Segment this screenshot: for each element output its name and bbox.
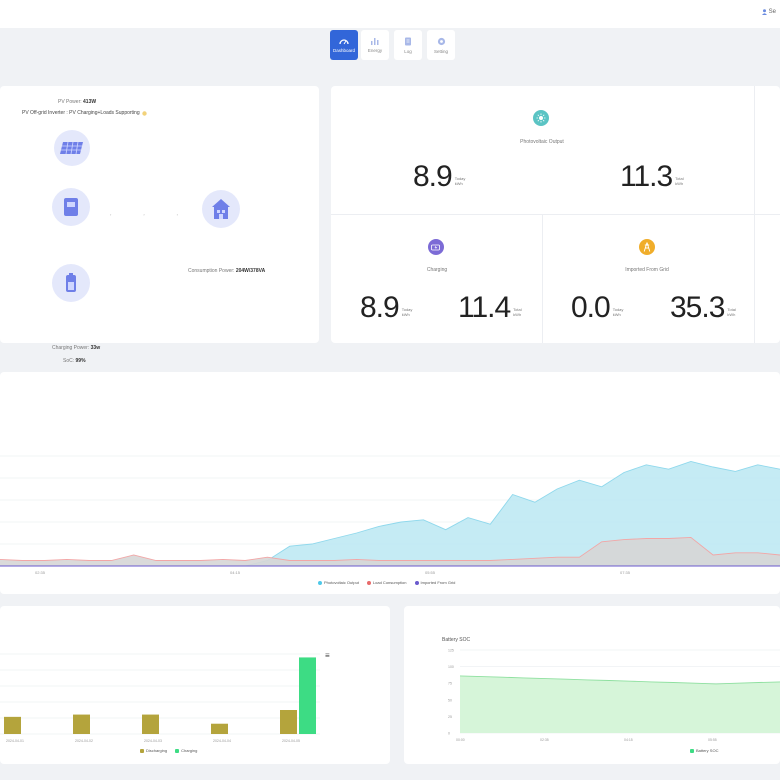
x-tick-label: 04:15 [230, 570, 241, 575]
top-bar: Se [0, 0, 780, 28]
gear-icon [437, 37, 445, 45]
consumption-readout: Consumption Power: 204W/378VA [188, 268, 266, 274]
bar [4, 716, 21, 734]
house-icon [212, 199, 230, 219]
bar [280, 710, 297, 734]
pv-total: 11.3 Total kWh [620, 160, 684, 193]
legend-item[interactable]: Charging [175, 748, 197, 753]
pv-today: 8.9 Today kWh [413, 160, 466, 193]
solar-panel-icon [60, 141, 83, 155]
x-tick-label: 02:35 [540, 738, 549, 742]
x-tick-label: 04:15 [624, 738, 633, 742]
power-area-chart: 02:3504:1505:5507:3509:15 [0, 455, 780, 575]
pv-output-title: Photovoltaic Output [520, 139, 564, 145]
pv-power-readout: PV Power: 413W [58, 99, 97, 105]
grid-today: 0.0 Today kWh [571, 291, 624, 324]
charging-title: Charging [426, 267, 448, 273]
charging-icon [428, 239, 444, 255]
grid-title: Imported From Grid [625, 267, 669, 273]
bar-chart-icon [371, 38, 379, 45]
x-tick-label: 2024-04-02 [75, 739, 93, 743]
x-tick-label: 2024-04-04 [213, 739, 231, 743]
bar [299, 657, 316, 734]
inverter-icon [64, 198, 78, 216]
charging-today: 8.9 Today kWh [360, 291, 413, 324]
battery-soc-chart: 125 100 75 50 25 0 00:00 02:35 04:15 05:55 [448, 649, 780, 742]
legend-item[interactable]: Photovoltaic Output [318, 580, 359, 585]
bar [142, 714, 159, 734]
user-menu[interactable]: Se [761, 9, 776, 15]
flow-arrows: ››› [110, 212, 210, 217]
x-tick-label: 05:55 [425, 570, 436, 575]
legend-item[interactable]: Battery SOC [690, 748, 718, 753]
grid-total: 35.3 Total kWh [670, 291, 736, 324]
x-tick-label: 02:35 [35, 570, 46, 575]
bar [211, 723, 228, 734]
nav-strip [0, 28, 780, 70]
bar-chart-legend: Discharging Charging [140, 748, 197, 753]
charging-power-readout: Charging Power: 33w [52, 345, 101, 351]
x-tick-label: 05:55 [708, 738, 717, 742]
y-tick-label: 75 [448, 682, 452, 686]
x-tick-label: 00:00 [456, 738, 465, 742]
house-node [202, 190, 240, 228]
y-tick-label: 25 [448, 715, 452, 719]
legend-item[interactable]: Discharging [140, 748, 167, 753]
x-tick-label: 07:35 [620, 570, 631, 575]
solar-panel-node [54, 130, 90, 166]
chart-menu-icon[interactable]: ≡ [325, 651, 330, 660]
battery-bar-chart: 2024-04-01 2024-04-02 2024-04-03 2024-04-04… [0, 653, 320, 743]
user-icon [761, 9, 767, 15]
x-tick-label: 2024-04-05 [282, 739, 300, 743]
tab-label: Dashboard [332, 47, 355, 53]
stats-divider [331, 214, 780, 215]
user-name: Se [768, 9, 776, 15]
sun-icon [533, 110, 549, 126]
tab-dashboard[interactable]: Dashboard [330, 30, 358, 60]
tab-label: Log [404, 48, 412, 54]
legend-item[interactable]: Imported From Grid [414, 580, 455, 585]
x-tick-label: 2024-04-01 [6, 739, 24, 743]
y-tick-label: 125 [448, 649, 454, 653]
charging-total: 11.4 Total kWh [458, 291, 522, 324]
document-icon [405, 37, 411, 45]
legend-item[interactable]: Load Consumption [366, 580, 407, 585]
bar [73, 714, 90, 734]
tab-energy[interactable]: Energy [361, 30, 389, 60]
stats-divider [754, 86, 755, 343]
battery-icon [66, 273, 76, 292]
inverter-node [52, 188, 90, 226]
soc-area [460, 675, 780, 733]
tab-setting[interactable]: Setting [427, 30, 455, 60]
x-tick-label: 2024-04-03 [144, 739, 162, 743]
stats-divider [542, 215, 543, 343]
info-icon[interactable] [141, 110, 147, 116]
tab-log[interactable]: Log [394, 30, 422, 60]
y-tick-label: 50 [448, 698, 452, 702]
gauge-icon [339, 38, 349, 44]
soc-readout: SoC: 99% [63, 358, 86, 364]
grid-tower-icon [639, 239, 655, 255]
y-tick-label: 100 [448, 665, 454, 669]
inverter-status: PV Off-grid Inverter : PV Charging+Loads… [22, 110, 147, 116]
y-tick-label: 0 [448, 732, 450, 736]
tab-label: Setting [433, 48, 448, 54]
tab-label: Energy [367, 48, 383, 53]
battery-node [52, 264, 90, 302]
power-chart-legend: Photovoltaic Output Load Consumption Imp… [318, 580, 455, 585]
